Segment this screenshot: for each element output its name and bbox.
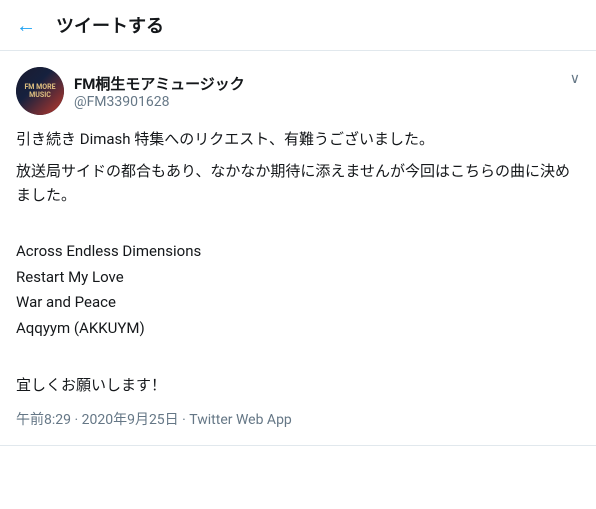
tweet-text-line1: 引き続き Dimash 特集へのリクエスト、有難うございました。 xyxy=(16,127,580,151)
back-icon[interactable]: ← xyxy=(16,13,36,38)
header: ← ツイートする xyxy=(0,0,596,51)
avatar-image: FM MOREMUSIC xyxy=(16,67,64,115)
list-item: Across Endless Dimensions xyxy=(16,239,580,265)
author-name: FM桐生モアミュージック xyxy=(74,73,245,94)
chevron-down-icon[interactable]: ∨ xyxy=(570,67,580,87)
tweet-timestamp: 午前8:29 · 2020年9月25日 · Twitter Web App xyxy=(16,412,292,428)
tweet-container: FM MOREMUSIC FM桐生モアミュージック @FM33901628 ∨ … xyxy=(0,51,596,446)
author-info: FM MOREMUSIC FM桐生モアミュージック @FM33901628 xyxy=(16,67,245,115)
avatar: FM MOREMUSIC xyxy=(16,67,64,115)
list-item: Restart My Love xyxy=(16,265,580,291)
author-handle: @FM33901628 xyxy=(74,94,245,110)
tweet-closing: 宜しくお願いします！ xyxy=(16,373,580,397)
list-item: Aqqyym (AKKUYM) xyxy=(16,316,580,342)
list-item: War and Peace xyxy=(16,290,580,316)
header-title: ツイートする xyxy=(56,12,164,38)
song-list: Across Endless Dimensions Restart My Lov… xyxy=(16,239,580,341)
tweet-text-line2: 放送局サイドの都合もあり、なかなか期待に添えませんが今回はこちらの曲に決めました… xyxy=(16,159,580,207)
tweet-meta: 午前8:29 · 2020年9月25日 · Twitter Web App xyxy=(16,409,580,429)
tweet-body: 引き続き Dimash 特集へのリクエスト、有難うございました。 放送局サイドの… xyxy=(16,127,580,397)
author-text: FM桐生モアミュージック @FM33901628 xyxy=(74,73,245,110)
tweet-author-row: FM MOREMUSIC FM桐生モアミュージック @FM33901628 ∨ xyxy=(16,67,580,115)
